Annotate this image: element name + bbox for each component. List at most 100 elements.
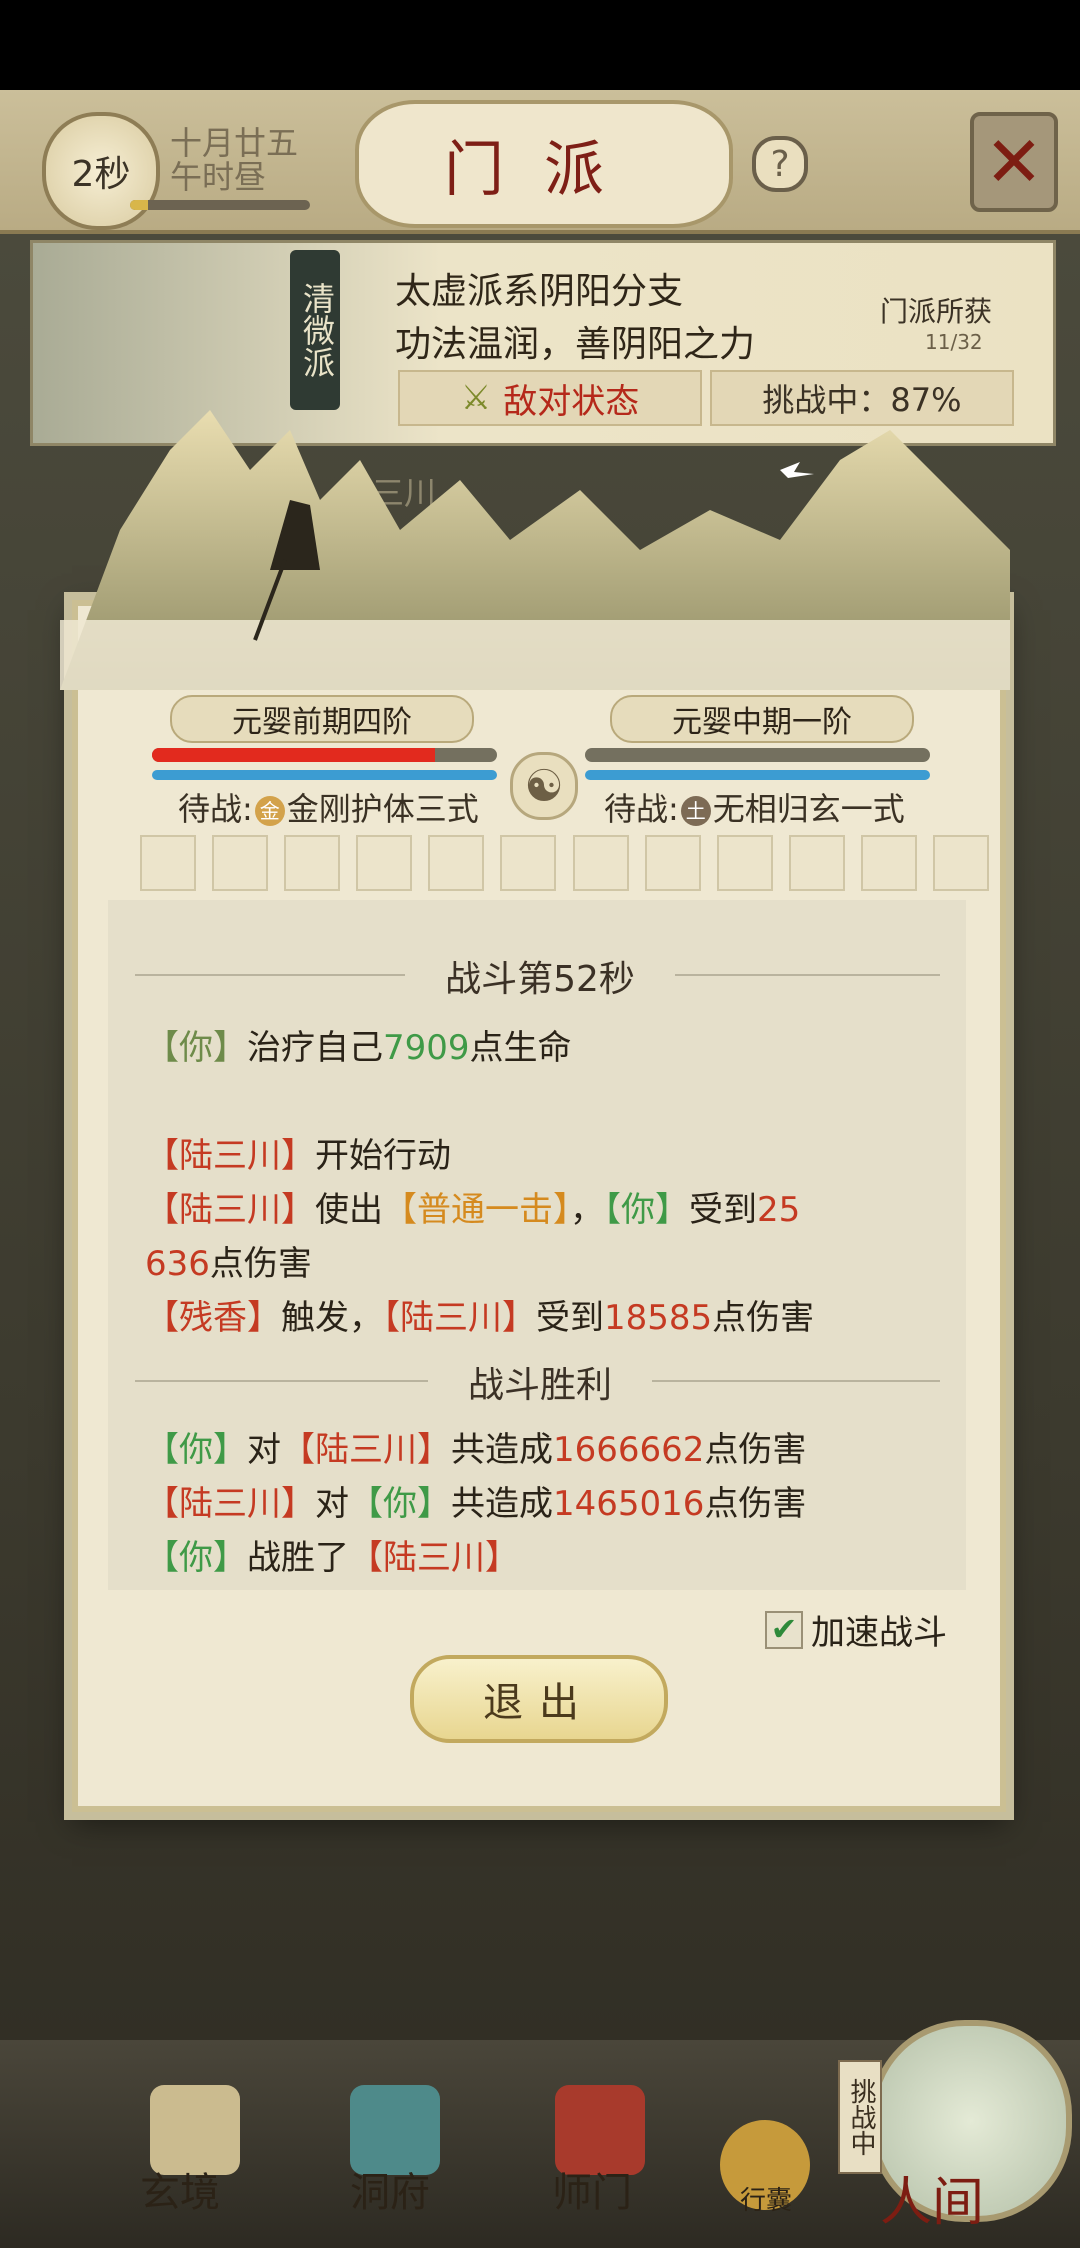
you-tag: 【你】	[349, 1484, 451, 1524]
skill-tag: 【普通一击】	[383, 1190, 570, 1230]
crane-icon	[780, 462, 814, 478]
opponent-mp-bar	[585, 770, 930, 780]
player-buff-slots	[140, 835, 556, 891]
result-wrap: 战斗胜利	[0, 1356, 1080, 1408]
buff-slot	[717, 835, 773, 891]
player-mp-fill	[152, 770, 497, 780]
metal-element-icon: 金	[254, 796, 285, 826]
log-text: 受到	[689, 1190, 757, 1230]
damage-amount: 25	[757, 1190, 801, 1230]
log-text: 战胜了	[247, 1538, 349, 1578]
sect-gains-button[interactable]: 门派所获	[880, 290, 992, 330]
buff-slot	[212, 835, 268, 891]
buff-slot	[861, 835, 917, 891]
log-text: 开始行动	[315, 1136, 451, 1176]
log-text: 对	[247, 1430, 281, 1470]
taiji-icon: ☯	[510, 752, 578, 820]
log-text: 对	[315, 1484, 349, 1524]
sect-description-2: 功法温润，善阴阳之力	[395, 324, 756, 365]
time-progress-fill	[130, 200, 148, 210]
log-text: 点伤害	[704, 1484, 807, 1524]
accelerate-label: 加速战斗	[811, 1613, 947, 1653]
page-title: 门派	[355, 100, 733, 228]
buff-slot	[428, 835, 484, 891]
opponent-hp-bar	[585, 748, 930, 762]
log-line: 【陆三川】开始行动	[145, 1128, 451, 1177]
log-text: 点生命	[469, 1028, 572, 1068]
buff-slot	[284, 835, 340, 891]
log-text: 共造成	[451, 1484, 553, 1524]
buff-slot	[500, 835, 556, 891]
log-header: 战斗第52秒	[405, 959, 675, 1000]
log-text: 使出	[315, 1190, 383, 1230]
trigger-tag: 【残香】	[145, 1298, 281, 1338]
log-line: 【残香】触发，【陆三川】受到18585点伤害	[145, 1290, 814, 1339]
wait-label: 待战:	[604, 790, 679, 828]
buff-slot	[645, 835, 701, 891]
damage-amount: 636	[145, 1244, 210, 1284]
help-icon[interactable]: ?	[752, 136, 808, 192]
checkbox-icon[interactable]: ✔	[765, 1610, 803, 1649]
opponent-buff-slots	[573, 835, 989, 891]
sect-gains-count: 11/32	[925, 330, 983, 354]
enemy-tag: 【陆三川】	[383, 1298, 536, 1338]
player-rank: 元婴前期四阶	[170, 695, 474, 743]
mountain-scenery	[60, 410, 1010, 690]
log-text: 治疗自己	[247, 1028, 383, 1068]
skill-name: 无相归玄一式	[712, 790, 905, 828]
nav-xuanjing[interactable]: 玄境	[140, 2160, 220, 2218]
log-text: 受到	[536, 1298, 604, 1338]
enemy-tag: 【陆三川】	[145, 1190, 315, 1230]
buff-slot	[356, 835, 412, 891]
sect-seal: 清微派	[290, 250, 340, 410]
buff-slot	[140, 835, 196, 891]
nav-xingnang[interactable]: 行囊	[740, 2180, 792, 2217]
enemy-tag: 【陆三川】	[145, 1136, 315, 1176]
battle-result: 战斗胜利	[427, 1365, 652, 1406]
heal-amount: 7909	[383, 1028, 470, 1068]
time-label: 午时昼	[170, 158, 267, 196]
log-text: 点伤害	[712, 1298, 815, 1338]
enemy-tag: 【陆三川】	[145, 1484, 315, 1524]
log-text: 点伤害	[209, 1244, 312, 1284]
you-tag: 【你】	[145, 1028, 247, 1068]
skill-name: 金刚护体三式	[286, 790, 479, 828]
log-line: 【你】对【陆三川】共造成1666662点伤害	[145, 1422, 806, 1471]
exit-button[interactable]: 退出	[410, 1655, 668, 1743]
opponent-next-skill: 待战: 土无相归玄一式	[604, 784, 905, 830]
wait-label: 待战:	[178, 790, 253, 828]
you-tag: 【你】	[145, 1538, 247, 1578]
accelerate-toggle[interactable]: ✔ 加速战斗	[765, 1605, 947, 1654]
sect-description: 太虚派系阴阳分支	[395, 271, 684, 312]
time-progress-bar	[130, 200, 310, 210]
damage-amount: 18585	[604, 1298, 713, 1338]
damage-amount: 1666662	[553, 1430, 705, 1470]
nav-shimen[interactable]: 师门	[552, 2160, 632, 2218]
opponent-mp-fill	[585, 770, 930, 780]
buff-slot	[789, 835, 845, 891]
earth-element-icon: 土	[680, 796, 711, 826]
nav-renjian[interactable]: 人间	[880, 2160, 984, 2235]
log-text: ，	[570, 1190, 604, 1230]
player-next-skill: 待战: 金金刚护体三式	[178, 784, 479, 830]
you-tag: 【你】	[604, 1190, 689, 1230]
you-tag: 【你】	[145, 1430, 247, 1470]
log-text: 共造成	[451, 1430, 553, 1470]
enemy-tag: 【陆三川】	[349, 1538, 519, 1578]
timer-badge: 2秒	[42, 112, 160, 230]
buff-slot	[573, 835, 629, 891]
enemy-tag: 【陆三川】	[281, 1430, 451, 1470]
player-mp-bar	[152, 770, 497, 780]
close-icon[interactable]: ✕	[970, 112, 1058, 212]
log-line: 636点伤害	[145, 1236, 312, 1285]
damage-amount: 1465016	[553, 1484, 705, 1524]
opponent-rank: 元婴中期一阶	[610, 695, 914, 743]
log-text: 触发，	[281, 1298, 383, 1338]
challenge-tag: 挑战中	[838, 2060, 882, 2174]
nav-dongfu[interactable]: 洞府	[350, 2160, 430, 2218]
buff-slot	[933, 835, 989, 891]
player-hp-fill	[152, 748, 435, 762]
log-line: 【你】战胜了【陆三川】	[145, 1530, 519, 1579]
player-hp-bar	[152, 748, 497, 762]
log-header-wrap: 战斗第52秒	[0, 950, 1080, 1002]
